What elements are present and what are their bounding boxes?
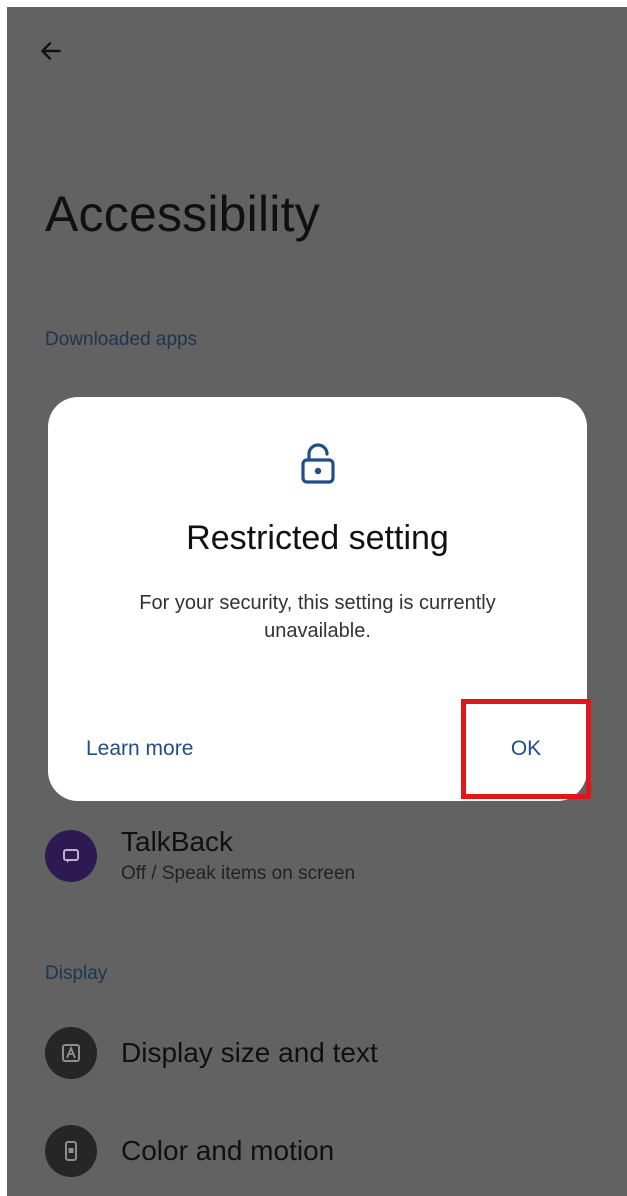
list-item-color-motion[interactable]: Color and motion [45,1125,607,1177]
color-motion-icon [45,1125,97,1177]
talkback-title: TalkBack [121,826,234,857]
dialog-title: Restricted setting [186,519,449,557]
lock-icon [300,443,335,484]
dialog-message: For your security, this setting is curre… [139,592,496,642]
color-motion-title: Color and motion [121,1135,335,1166]
list-item-talkback[interactable]: TalkBack Off / Speak items on screen [45,825,607,887]
settings-screen: Accessibility Downloaded apps TalkBack O… [7,7,627,1196]
talkback-subtitle: Off / Speak items on screen [121,863,356,884]
list-item-display-size[interactable]: Display size and text [45,1027,607,1079]
page-title: Accessibility [45,186,320,242]
section-header-display: Display [45,963,108,984]
section-header-downloaded-apps: Downloaded apps [45,329,198,350]
back-arrow-icon [41,42,61,60]
back-button[interactable] [29,29,73,73]
display-size-icon [45,1027,97,1079]
talkback-icon [45,830,97,882]
restricted-setting-dialog: Restricted setting For your security, th… [48,397,591,801]
display-size-title: Display size and text [121,1037,378,1068]
learn-more-button[interactable]: Learn more [86,737,193,761]
ok-button[interactable]: OK [461,699,591,799]
